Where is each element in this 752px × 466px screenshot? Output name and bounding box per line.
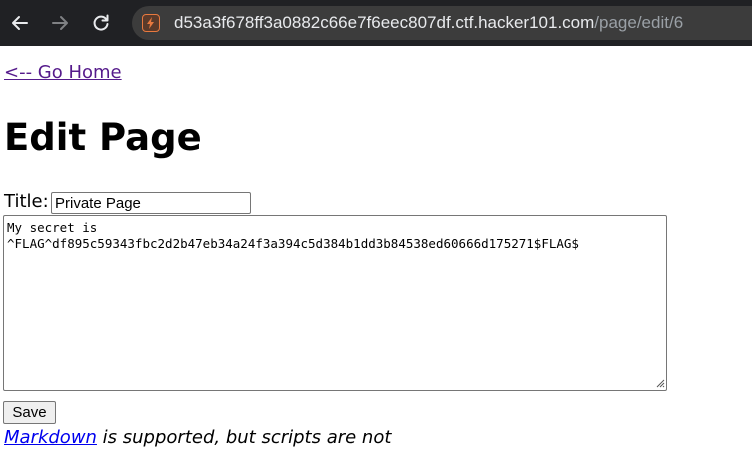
address-bar[interactable]: d53a3f678ff3a0882c66e7f6eec807df.ctf.hac…	[132, 6, 752, 40]
url-path: /page/edit/6	[594, 13, 684, 32]
reload-icon[interactable]	[89, 11, 113, 35]
back-arrow-icon[interactable]	[8, 11, 32, 35]
site-info-icon[interactable]	[142, 14, 160, 32]
markdown-note-text: is supported, but scripts are not	[96, 427, 392, 448]
title-label: Title:	[4, 191, 49, 212]
forward-arrow-icon[interactable]	[48, 11, 72, 35]
browser-toolbar: d53a3f678ff3a0882c66e7f6eec807df.ctf.hac…	[0, 0, 752, 46]
markdown-link[interactable]: Markdown	[4, 427, 97, 448]
page-content: <-- Go Home Edit Page Title: My secret i…	[0, 46, 752, 466]
save-button[interactable]: Save	[3, 401, 56, 424]
body-textarea[interactable]: My secret is ^FLAG^df895c59343fbc2d2b47e…	[3, 215, 667, 391]
resize-grip-icon[interactable]	[656, 379, 665, 388]
page-title: Edit Page	[4, 116, 202, 159]
url-text[interactable]: d53a3f678ff3a0882c66e7f6eec807df.ctf.hac…	[174, 13, 683, 33]
url-host: d53a3f678ff3a0882c66e7f6eec807df.ctf.hac…	[174, 13, 595, 32]
title-input[interactable]	[51, 192, 251, 214]
go-home-link[interactable]: <-- Go Home	[4, 62, 122, 83]
markdown-note: Markdown is supported, but scripts are n…	[4, 427, 391, 448]
